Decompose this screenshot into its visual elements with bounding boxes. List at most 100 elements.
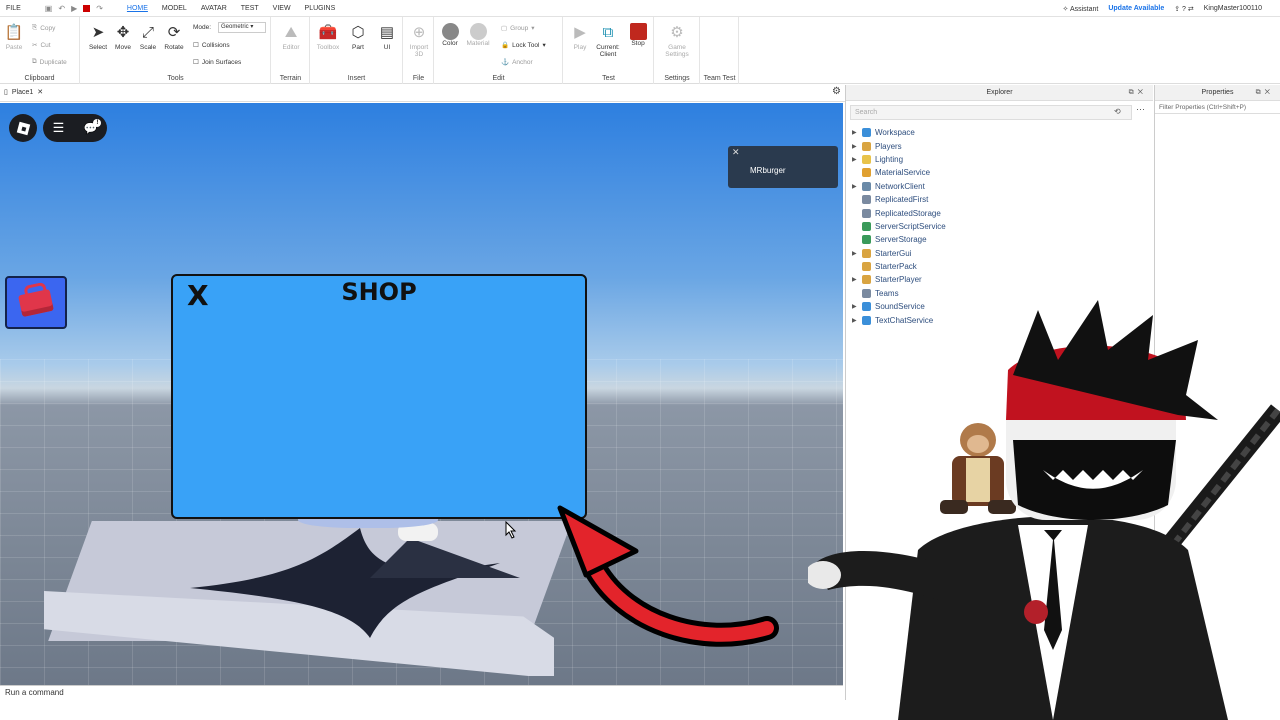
- terrain-group: ⛰ Editor Terrain: [272, 17, 310, 84]
- history-icon[interactable]: ⟲: [1114, 107, 1121, 116]
- select-label: Select: [88, 44, 108, 51]
- duplicate-label: Duplicate: [39, 58, 67, 66]
- update-available-link[interactable]: Update Available: [1108, 5, 1164, 12]
- panel-dock-close-icons[interactable]: ⧉✕: [1129, 85, 1147, 101]
- tab-view[interactable]: VIEW: [273, 5, 291, 12]
- more-options-icon[interactable]: ⋯: [1136, 104, 1145, 115]
- expand-arrow-icon[interactable]: ▶: [852, 156, 862, 163]
- import-label: Import: [409, 44, 429, 51]
- expand-arrow-icon[interactable]: ▶: [852, 317, 862, 324]
- lock-tool-button[interactable]: 🔒 Lock Tool ▾: [501, 41, 546, 50]
- scale-tool[interactable]: ⤢ Scale: [135, 23, 161, 52]
- rotate-icon: ⟳: [167, 24, 181, 41]
- explorer-item[interactable]: MaterialService: [852, 166, 946, 179]
- group-button[interactable]: ▢ Group ▾: [501, 24, 535, 33]
- part-button[interactable]: ⬡ Part: [345, 23, 371, 51]
- tab-home[interactable]: HOME: [127, 5, 148, 12]
- game-viewport[interactable]: ☰ 💬! ✕ MRburger X SHOP: [0, 103, 843, 685]
- tab-place1[interactable]: ▯ Place1 ✕: [4, 88, 43, 97]
- explorer-search-input[interactable]: Search: [850, 105, 1132, 120]
- toolbox-button[interactable]: 🧰 Toolbox: [315, 23, 341, 51]
- mode-dropdown[interactable]: Geometric ▾: [218, 22, 266, 33]
- import-sub-label: 3D: [414, 51, 424, 58]
- tab-model[interactable]: MODEL: [162, 5, 187, 12]
- toolbox-icon: 🧰: [318, 24, 338, 41]
- join-surfaces-toggle[interactable]: ☐ Join Surfaces: [193, 58, 241, 67]
- tab-test[interactable]: TEST: [241, 5, 259, 12]
- explorer-item[interactable]: ReplicatedFirst: [852, 193, 946, 206]
- stop-icon: [629, 23, 647, 40]
- chat-icon[interactable]: 💬!: [84, 118, 102, 135]
- color-button[interactable]: Color: [437, 23, 463, 47]
- paste-icon: 📋: [4, 24, 24, 41]
- explorer-item[interactable]: Teams: [852, 287, 946, 300]
- explorer-item[interactable]: ▶ Lighting: [852, 153, 946, 166]
- terrain-label: Terrain: [279, 75, 302, 82]
- command-bar[interactable]: Run a command: [0, 685, 843, 700]
- close-tab-icon[interactable]: ✕: [37, 88, 43, 96]
- explorer-title: Explorer: [986, 89, 1013, 96]
- expand-arrow-icon[interactable]: ▶: [852, 129, 862, 136]
- filter-properties-input[interactable]: Filter Properties (Ctrl+Shift+P): [1155, 101, 1280, 114]
- undo-icon[interactable]: ↶: [58, 4, 65, 13]
- player-list-card: ✕ MRburger: [728, 146, 838, 188]
- copy-button[interactable]: ⎘ Copy: [32, 24, 55, 32]
- service-icon: [862, 141, 871, 151]
- stop-icon[interactable]: [83, 4, 91, 12]
- expand-arrow-icon[interactable]: ▶: [852, 276, 862, 283]
- terrain-editor-label: Editor: [282, 44, 300, 51]
- save-icon[interactable]: ▣: [45, 4, 53, 13]
- properties-panel: Properties ⧉✕ Filter Properties (Ctrl+Sh…: [1154, 85, 1280, 700]
- terrain-editor-button[interactable]: ⛰ Editor: [278, 23, 304, 52]
- explorer-item[interactable]: ▶ TextChatService: [852, 313, 946, 326]
- ui-button[interactable]: ▤ UI: [374, 23, 400, 51]
- play-button[interactable]: ▶ Play: [567, 23, 593, 51]
- tab-avatar[interactable]: AVATAR: [201, 5, 227, 12]
- move-tool[interactable]: ✥ Move: [110, 23, 136, 51]
- explorer-item[interactable]: ServerStorage: [852, 233, 946, 246]
- explorer-item-label: Players: [875, 141, 902, 151]
- username-label[interactable]: KingMaster100110: [1204, 5, 1262, 12]
- player-name[interactable]: MRburger: [750, 166, 786, 175]
- explorer-item[interactable]: ReplicatedStorage: [852, 206, 946, 219]
- duplicate-button[interactable]: ⧉ Duplicate: [32, 58, 67, 66]
- explorer-item[interactable]: ▶ NetworkClient: [852, 180, 946, 193]
- tab-plugins[interactable]: PLUGINS: [305, 5, 336, 12]
- cut-button[interactable]: ✂ Cut: [32, 41, 51, 50]
- explorer-item[interactable]: ▶ SoundService: [852, 300, 946, 313]
- explorer-item-label: StarterPlayer: [875, 275, 922, 285]
- anchor-button[interactable]: ⚓ Anchor: [501, 58, 533, 67]
- rotate-tool[interactable]: ⟳ Rotate: [161, 23, 187, 51]
- explorer-item[interactable]: ServerScriptService: [852, 220, 946, 233]
- close-player-list-icon[interactable]: ✕: [732, 147, 740, 158]
- paste-button[interactable]: 📋 Paste: [1, 23, 27, 51]
- expand-arrow-icon[interactable]: ▶: [852, 183, 862, 190]
- import-3d-button[interactable]: ⊕ Import 3D: [406, 23, 432, 58]
- share-icon[interactable]: ⇪ ? ⇄: [1174, 5, 1194, 13]
- properties-dock-close-icons[interactable]: ⧉✕: [1256, 85, 1274, 101]
- expand-arrow-icon[interactable]: ▶: [852, 250, 862, 257]
- roblox-menu-button[interactable]: [9, 114, 37, 142]
- paste-label: Paste: [5, 44, 23, 51]
- stop-button[interactable]: Stop: [625, 23, 651, 47]
- hamburger-menu-icon[interactable]: ☰: [53, 120, 65, 136]
- explorer-item[interactable]: StarterPack: [852, 260, 946, 273]
- explorer-item[interactable]: ▶ StarterPlayer: [852, 273, 946, 286]
- redo-icon[interactable]: ↷: [96, 4, 103, 13]
- material-button[interactable]: Material: [465, 23, 491, 47]
- assistant-button[interactable]: ✧ Assistant: [1063, 5, 1099, 13]
- select-tool[interactable]: ➤ Select: [85, 23, 111, 51]
- viewport-settings-icon[interactable]: ⚙: [832, 86, 841, 97]
- expand-arrow-icon[interactable]: ▶: [852, 303, 862, 310]
- expand-arrow-icon[interactable]: ▶: [852, 143, 862, 150]
- file-menu[interactable]: FILE: [6, 5, 21, 12]
- shop-open-button[interactable]: [5, 276, 67, 329]
- current-client-button[interactable]: ⧉ Current: Client: [595, 23, 621, 59]
- explorer-item[interactable]: ▶ StarterGui: [852, 247, 946, 260]
- explorer-item[interactable]: ▶ Workspace: [852, 126, 946, 139]
- explorer-item[interactable]: ▶ Players: [852, 139, 946, 152]
- collisions-toggle[interactable]: ☐ Collisions: [193, 41, 230, 50]
- game-settings-button[interactable]: ⚙ Game Settings: [664, 23, 690, 58]
- play-icon[interactable]: ▶: [71, 4, 77, 13]
- explorer-panel: Explorer ⧉✕ Search ⟲ ⋯ ▶ Workspace ▶ Player…: [845, 85, 1153, 700]
